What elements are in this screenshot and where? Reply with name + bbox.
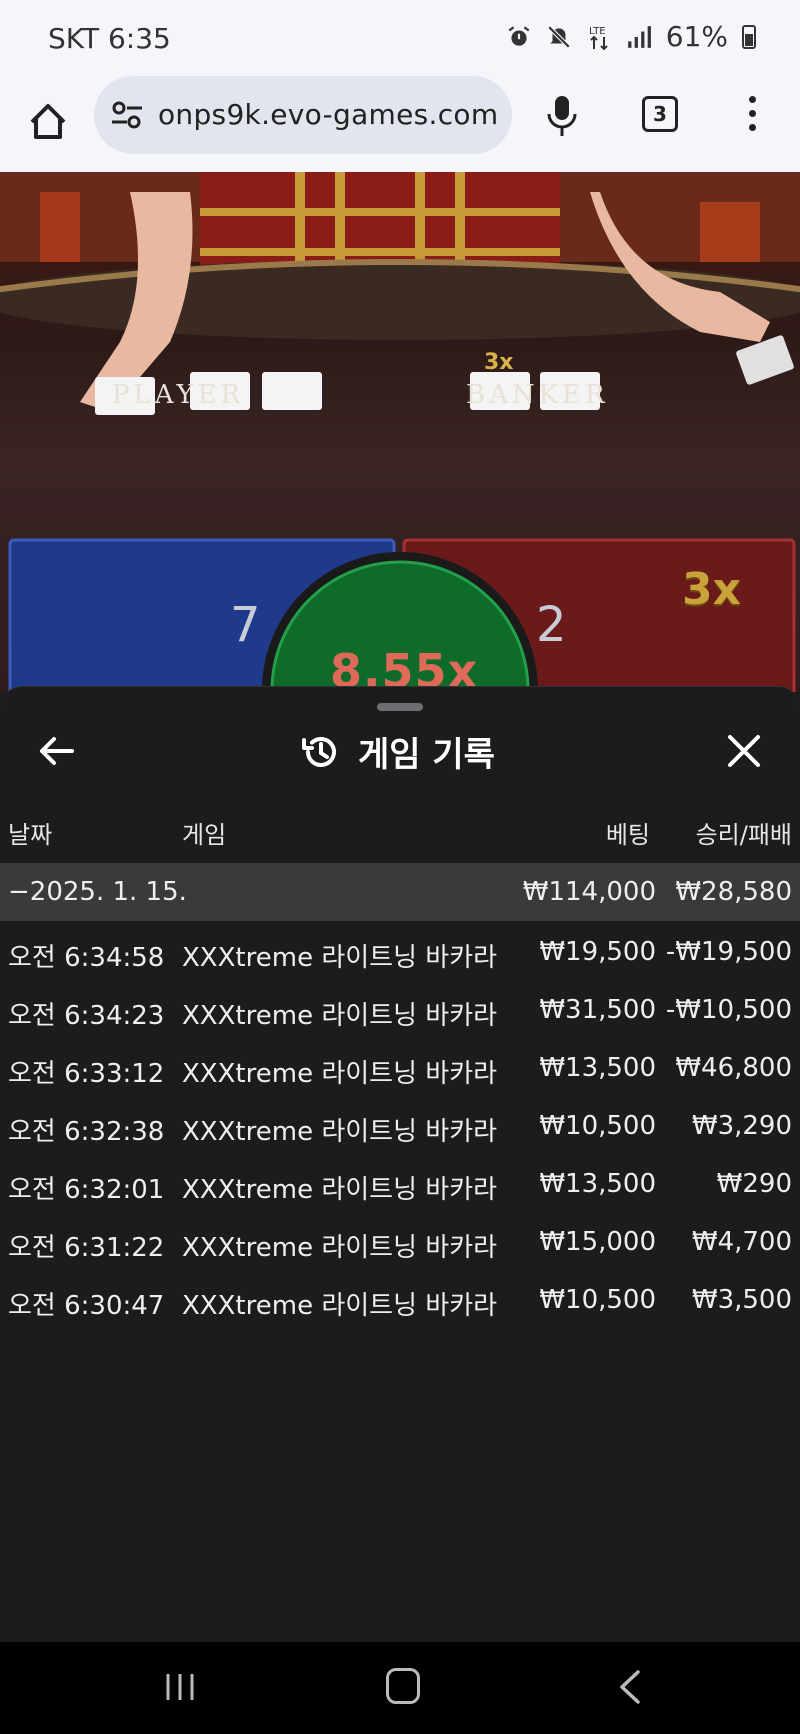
- row-bet: ₩19,500: [539, 937, 656, 967]
- table-row[interactable]: 오전 6:32:38 XXXtreme 라이트닝 바카라 ₩10,500 ₩3,…: [0, 1095, 800, 1153]
- row-time: 오전 6:34:58: [8, 943, 165, 973]
- column-header-date: 날짜: [8, 821, 53, 849]
- microphone-icon[interactable]: [544, 90, 580, 142]
- table-row[interactable]: 오전 6:31:22 XXXtreme 라이트닝 바카라 ₩15,000 ₩4,…: [0, 1211, 800, 1269]
- table-row[interactable]: 오전 6:30:47 XXXtreme 라이트닝 바카라 ₩10,500 ₩3,…: [0, 1269, 800, 1327]
- live-game-video: PLAYER 3x BANKER 7 2 3x 8.55x: [0, 172, 800, 692]
- player-score: 7: [230, 597, 261, 653]
- column-header-bet: 베팅: [605, 821, 650, 849]
- row-win-loss: ₩3,500: [691, 1285, 792, 1315]
- row-time: 오전 6:34:23: [8, 1001, 165, 1031]
- row-game: XXXtreme 라이트닝 바카라: [182, 1291, 498, 1321]
- row-win-loss: -₩10,500: [665, 995, 792, 1025]
- status-bar: SKT 6:35 LTE 61%: [0, 0, 800, 76]
- sheet-title: 게임 기록: [358, 735, 495, 775]
- system-nav-bar: [0, 1642, 800, 1734]
- banker-score: 2: [536, 597, 567, 653]
- row-game: XXXtreme 라이트닝 바카라: [182, 1117, 498, 1147]
- battery-icon: [742, 24, 756, 49]
- banker-table-multiplier: 3x: [484, 350, 514, 375]
- url-text[interactable]: onps9k.evo-games.com: [158, 98, 498, 131]
- table-row[interactable]: 오전 6:32:01 XXXtreme 라이트닝 바카라 ₩13,500 ₩29…: [0, 1153, 800, 1211]
- player-area-label: PLAYER: [112, 380, 245, 410]
- row-time: 오전 6:32:38: [8, 1117, 165, 1147]
- banker-area-label: BANKER: [466, 380, 609, 410]
- row-bet: ₩31,500: [539, 995, 656, 1025]
- summary-win-loss: ₩28,580: [675, 877, 792, 907]
- tabs-icon[interactable]: 3: [642, 96, 678, 132]
- browser-toolbar: onps9k.evo-games.com 3: [0, 76, 800, 172]
- back-arrow-icon[interactable]: [36, 731, 76, 771]
- table-row[interactable]: 오전 6:34:58 XXXtreme 라이트닝 바카라 ₩19,500 -₩1…: [0, 921, 800, 979]
- row-time: 오전 6:32:01: [8, 1175, 165, 1205]
- sheet-drag-handle[interactable]: [377, 703, 423, 711]
- row-bet: ₩13,500: [539, 1053, 656, 1083]
- row-win-loss: ₩3,290: [691, 1111, 792, 1141]
- banker-multiplier: 3x: [682, 564, 741, 615]
- row-time: 오전 6:33:12: [8, 1059, 165, 1089]
- row-game: XXXtreme 라이트닝 바카라: [182, 1001, 498, 1031]
- site-settings-icon[interactable]: [110, 96, 144, 134]
- history-list: 오전 6:34:58 XXXtreme 라이트닝 바카라 ₩19,500 -₩1…: [0, 921, 800, 1327]
- row-win-loss: -₩19,500: [665, 937, 792, 967]
- game-history-sheet: 게임 기록 날짜 게임 베팅 승리/패배 −2025. 1. 15. ₩114,…: [0, 686, 800, 1642]
- battery-percent: 61%: [665, 20, 728, 53]
- row-bet: ₩15,000: [539, 1227, 656, 1257]
- recents-icon[interactable]: [162, 1670, 198, 1704]
- row-game: XXXtreme 라이트닝 바카라: [182, 1233, 498, 1263]
- dealer-scene: [0, 172, 800, 692]
- summary-bet: ₩114,000: [522, 877, 656, 907]
- home-icon[interactable]: [26, 92, 70, 152]
- column-header-win-loss: 승리/패배: [695, 821, 792, 849]
- row-game: XXXtreme 라이트닝 바카라: [182, 1175, 498, 1205]
- status-icons: LTE 61%: [506, 20, 756, 53]
- back-nav-icon[interactable]: [614, 1668, 644, 1706]
- row-win-loss: ₩290: [716, 1169, 792, 1199]
- status-time: SKT 6:35: [48, 22, 171, 55]
- svg-text:LTE: LTE: [589, 26, 606, 37]
- table-row[interactable]: 오전 6:34:23 XXXtreme 라이트닝 바카라 ₩31,500 -₩1…: [0, 979, 800, 1037]
- more-menu-icon[interactable]: [742, 92, 762, 142]
- home-nav-icon[interactable]: [386, 1668, 420, 1704]
- row-game: XXXtreme 라이트닝 바카라: [182, 943, 498, 973]
- address-bar[interactable]: onps9k.evo-games.com: [94, 76, 512, 154]
- signal-icon: [627, 25, 651, 48]
- summary-date: −2025. 1. 15.: [8, 877, 187, 907]
- row-win-loss: ₩46,800: [675, 1053, 792, 1083]
- row-bet: ₩10,500: [539, 1285, 656, 1315]
- column-header-game: 게임: [182, 821, 227, 849]
- row-time: 오전 6:30:47: [8, 1291, 165, 1321]
- mute-icon: [547, 25, 571, 48]
- lte-icon: LTE: [589, 26, 608, 50]
- row-bet: ₩10,500: [539, 1111, 656, 1141]
- close-icon[interactable]: [726, 733, 762, 769]
- table-row[interactable]: 오전 6:33:12 XXXtreme 라이트닝 바카라 ₩13,500 ₩46…: [0, 1037, 800, 1095]
- row-win-loss: ₩4,700: [691, 1227, 792, 1257]
- history-icon: [302, 736, 336, 767]
- row-bet: ₩13,500: [539, 1169, 656, 1199]
- center-multiplier: 8.55x: [330, 644, 479, 692]
- sheet-header: 게임 기록: [300, 727, 495, 776]
- row-game: XXXtreme 라이트닝 바카라: [182, 1059, 498, 1089]
- alarm-icon: [508, 25, 530, 46]
- date-summary-row[interactable]: −2025. 1. 15. ₩114,000 ₩28,580: [0, 863, 800, 921]
- row-time: 오전 6:31:22: [8, 1233, 165, 1263]
